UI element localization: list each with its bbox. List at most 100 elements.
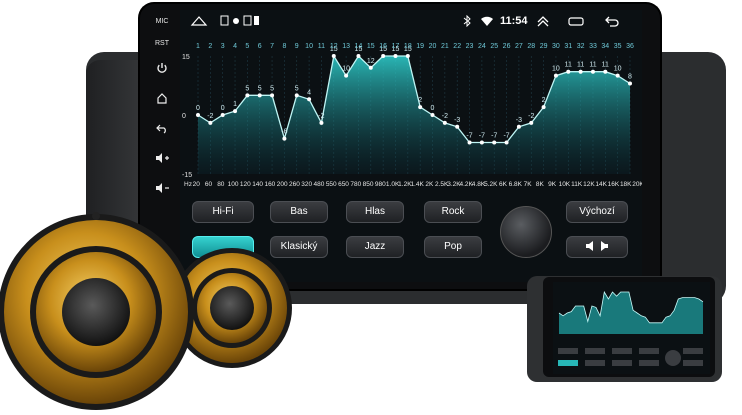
eq-band-handle[interactable] bbox=[566, 69, 571, 74]
preset-pop-button[interactable]: Pop bbox=[424, 236, 482, 258]
preset-jazz-button[interactable]: Jazz bbox=[346, 236, 404, 258]
eq-band-handle[interactable] bbox=[467, 140, 472, 145]
eq-freq-label: 18K bbox=[620, 181, 632, 188]
eq-band-handle[interactable] bbox=[319, 120, 324, 125]
eq-band-value: 10 bbox=[342, 66, 350, 73]
eq-band-value: 1 bbox=[233, 101, 237, 108]
eq-band-handle[interactable] bbox=[405, 54, 410, 58]
eq-band-handle[interactable] bbox=[455, 124, 460, 129]
eq-band-handle[interactable] bbox=[294, 93, 299, 98]
eq-band-number: 16 bbox=[379, 43, 387, 50]
eq-y-tick-label: 15 bbox=[182, 54, 190, 61]
eq-band-number: 4 bbox=[233, 43, 237, 50]
rst-button[interactable]: RST bbox=[144, 40, 180, 47]
preset-rock-button[interactable]: Rock bbox=[424, 201, 482, 223]
eq-band-value: -3 bbox=[516, 117, 522, 124]
eq-band-value: -2 bbox=[528, 113, 534, 120]
eq-band-number: 29 bbox=[540, 43, 548, 50]
eq-y-tick-label: -15 bbox=[182, 172, 192, 179]
eq-band-value: -2 bbox=[207, 113, 213, 120]
eq-freq-label: 780 bbox=[350, 181, 361, 188]
eq-freq-label: 2K bbox=[425, 181, 434, 188]
eq-band-number: 24 bbox=[478, 43, 486, 50]
eq-freq-label: 8K bbox=[536, 181, 545, 188]
eq-freq-label: 850 bbox=[363, 181, 374, 188]
eq-freq-label: 480 bbox=[314, 181, 325, 188]
preset-hlas-button[interactable]: Hlas bbox=[346, 201, 404, 223]
eq-band-handle[interactable] bbox=[529, 120, 534, 125]
eq-band-value: 5 bbox=[258, 85, 262, 92]
eq-band-number: 34 bbox=[601, 43, 609, 50]
eq-band-number: 23 bbox=[466, 43, 474, 50]
eq-band-value: -2 bbox=[318, 113, 324, 120]
eq-band-value: 10 bbox=[614, 66, 622, 73]
preset-default-button[interactable]: Výchozí bbox=[566, 201, 628, 223]
eq-band-handle[interactable] bbox=[257, 93, 262, 98]
eq-band-handle[interactable] bbox=[282, 136, 287, 141]
home-icon[interactable] bbox=[144, 92, 180, 106]
eq-band-value: 8 bbox=[628, 74, 632, 81]
eq-band-handle[interactable] bbox=[381, 54, 386, 58]
eq-band-number: 13 bbox=[342, 43, 350, 50]
eq-band-value: -7 bbox=[466, 133, 472, 140]
eq-band-handle[interactable] bbox=[492, 140, 497, 145]
eq-band-value: 0 bbox=[196, 105, 200, 112]
back-icon[interactable] bbox=[144, 122, 180, 136]
eq-freq-label: 10K bbox=[559, 181, 571, 188]
eq-band-handle[interactable] bbox=[344, 73, 349, 78]
eq-band-handle[interactable] bbox=[628, 81, 632, 86]
eq-freq-label: 20 bbox=[193, 181, 201, 188]
eq-band-handle[interactable] bbox=[418, 105, 423, 110]
eq-band-value: 2 bbox=[418, 97, 422, 104]
eq-band-handle[interactable] bbox=[615, 73, 620, 78]
eq-band-handle[interactable] bbox=[504, 140, 509, 145]
eq-band-handle[interactable] bbox=[196, 113, 200, 117]
eq-band-handle[interactable] bbox=[553, 73, 558, 78]
volume-knob[interactable] bbox=[500, 206, 552, 258]
eq-band-handle[interactable] bbox=[245, 93, 250, 98]
eq-freq-label: 650 bbox=[338, 181, 349, 188]
eq-band-handle[interactable] bbox=[442, 120, 447, 125]
equalizer-chart[interactable]: 01-220314555657-6859410-211 15121013 15141… bbox=[180, 10, 642, 200]
eq-band-handle[interactable] bbox=[208, 120, 213, 125]
eq-band-handle[interactable] bbox=[307, 97, 312, 102]
eq-band-handle[interactable] bbox=[578, 69, 583, 74]
eq-freq-label: 14K bbox=[595, 181, 607, 188]
eq-band-number: 28 bbox=[527, 43, 535, 50]
eq-freq-label: 12K bbox=[583, 181, 595, 188]
eq-band-handle[interactable] bbox=[368, 65, 373, 70]
eq-freq-label: 80 bbox=[217, 181, 225, 188]
eq-freq-label: 980 bbox=[375, 181, 386, 188]
eq-band-value: 5 bbox=[295, 85, 299, 92]
eq-freq-label: 7K bbox=[524, 181, 533, 188]
eq-band-number: 14 bbox=[355, 43, 363, 50]
eq-band-handle[interactable] bbox=[590, 69, 595, 74]
eq-band-handle[interactable] bbox=[603, 69, 608, 74]
balance-button[interactable] bbox=[566, 236, 628, 258]
eq-band-number: 9 bbox=[295, 43, 299, 50]
eq-band-handle[interactable] bbox=[479, 140, 484, 145]
eq-band-handle[interactable] bbox=[516, 124, 521, 129]
eq-band-handle[interactable] bbox=[270, 93, 275, 98]
eq-band-number: 20 bbox=[429, 43, 437, 50]
eq-band-handle[interactable] bbox=[233, 109, 238, 114]
eq-band-value: -2 bbox=[442, 113, 448, 120]
eq-band-handle[interactable] bbox=[331, 54, 336, 58]
eq-band-handle[interactable] bbox=[430, 113, 435, 117]
eq-band-number: 6 bbox=[258, 43, 262, 50]
eq-freq-label: 550 bbox=[326, 181, 337, 188]
eq-band-handle[interactable] bbox=[541, 105, 546, 110]
eq-band-number: 27 bbox=[515, 43, 523, 50]
eq-band-value: 5 bbox=[245, 85, 249, 92]
eq-band-handle[interactable] bbox=[356, 54, 361, 58]
eq-band-number: 31 bbox=[564, 43, 572, 50]
power-icon[interactable] bbox=[144, 62, 180, 76]
eq-band-number: 15 bbox=[367, 43, 375, 50]
eq-band-handle[interactable] bbox=[220, 113, 225, 117]
eq-band-number: 25 bbox=[490, 43, 498, 50]
volume-down-icon[interactable] bbox=[144, 182, 180, 196]
volume-up-icon[interactable] bbox=[144, 152, 180, 166]
eq-band-number: 10 bbox=[305, 43, 313, 50]
eq-band-number: 2 bbox=[208, 43, 212, 50]
eq-band-handle[interactable] bbox=[393, 54, 398, 58]
